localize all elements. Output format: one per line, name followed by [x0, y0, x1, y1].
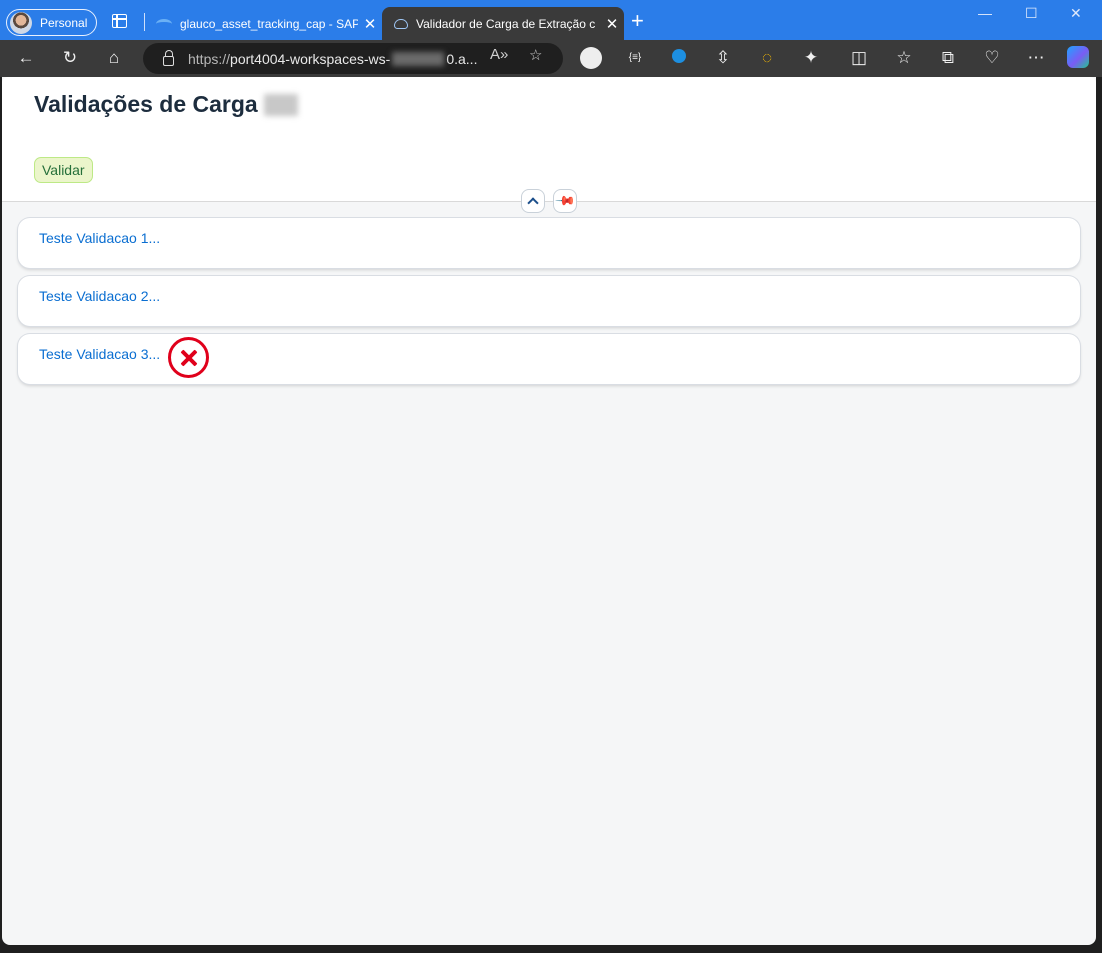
- back-icon[interactable]: ←: [15, 48, 37, 68]
- extension-avatar-icon[interactable]: [580, 47, 602, 74]
- split-screen-icon[interactable]: ◫: [848, 48, 870, 68]
- profile-button[interactable]: Personal: [6, 9, 97, 36]
- validate-button[interactable]: Validar: [34, 157, 93, 183]
- extensions-puzzle-icon[interactable]: ✦: [800, 48, 822, 68]
- profile-label: Personal: [40, 15, 88, 30]
- tab-favicon-icon: [394, 18, 408, 29]
- url-host-start: port4004-workspaces-ws-: [230, 50, 391, 67]
- page-title: Validações de Carga: [34, 91, 298, 118]
- error-close-icon: [168, 337, 209, 378]
- tab-label: glauco_asset_tracking_cap - SAP: [180, 16, 358, 31]
- tab-validador[interactable]: Validador de Carga de Extração c ✕: [382, 7, 624, 40]
- url-prefix: https://: [188, 50, 231, 67]
- favorite-star-icon[interactable]: ☆: [529, 46, 542, 64]
- page-content: Validações de Carga Validar 📌 Teste Vali…: [2, 77, 1096, 945]
- tab-asset-tracking[interactable]: glauco_asset_tracking_cap - SAP ✕: [150, 7, 382, 40]
- page-title-text: Validações de Carga: [34, 91, 258, 117]
- loop-extension-icon[interactable]: ◌: [756, 48, 778, 68]
- copilot-icon[interactable]: [1067, 46, 1089, 73]
- redacted-region: [263, 93, 298, 116]
- download-extension-icon[interactable]: ⇳: [712, 48, 734, 68]
- item-link[interactable]: Teste Validacao 3...: [39, 346, 160, 362]
- collapse-header-button[interactable]: [521, 189, 545, 213]
- item-link[interactable]: Teste Validacao 2...: [39, 288, 160, 304]
- redacted-region: [392, 51, 445, 66]
- favorites-icon[interactable]: ☆: [893, 48, 915, 68]
- chevron-up-icon: [527, 197, 539, 209]
- collections-icon[interactable]: ⧉: [937, 48, 959, 68]
- read-aloud-icon[interactable]: A»: [490, 46, 508, 63]
- list-item: Teste Validacao 2...: [18, 276, 1080, 326]
- title-bar: Personal glauco_asset_tracking_cap - SAP…: [0, 0, 1102, 40]
- page-header: Validações de Carga Validar: [2, 77, 1096, 202]
- tab-label: Validador de Carga de Extração c: [416, 16, 596, 31]
- validation-list: Teste Validacao 1... Teste Validacao 2..…: [18, 218, 1080, 392]
- url-host-end: 0.a...: [446, 50, 478, 67]
- pin-icon: 📌: [554, 189, 577, 212]
- lock-icon[interactable]: [163, 50, 174, 66]
- home-icon[interactable]: ⌂: [103, 48, 125, 68]
- tab-favicon-icon: [156, 18, 172, 29]
- close-tab-icon[interactable]: ✕: [600, 15, 624, 33]
- browser-essentials-icon[interactable]: ♡: [981, 48, 1003, 68]
- minimize-icon[interactable]: —: [978, 5, 992, 21]
- list-item: Teste Validacao 3...: [18, 334, 1080, 384]
- tab-divider: [144, 13, 145, 31]
- tab-actions-icon[interactable]: [112, 14, 127, 28]
- browser-toolbar: ← ↻ ⌂ https://port4004-workspaces-ws- 0.a…: [0, 40, 1102, 77]
- pin-header-button[interactable]: 📌: [553, 189, 577, 213]
- close-tab-icon[interactable]: ✕: [358, 15, 382, 33]
- devtools-extension-icon[interactable]: {≡}: [624, 48, 646, 68]
- close-window-icon[interactable]: ✕: [1070, 5, 1082, 22]
- maximize-icon[interactable]: ☐: [1025, 5, 1038, 22]
- refresh-icon[interactable]: ↻: [59, 48, 81, 68]
- new-tab-button[interactable]: +: [631, 8, 644, 34]
- list-item: Teste Validacao 1...: [18, 218, 1080, 268]
- item-link[interactable]: Teste Validacao 1...: [39, 230, 160, 246]
- more-options-icon[interactable]: ⋯: [1025, 48, 1047, 68]
- avatar: [10, 11, 32, 34]
- edge-extension-icon[interactable]: [668, 48, 690, 68]
